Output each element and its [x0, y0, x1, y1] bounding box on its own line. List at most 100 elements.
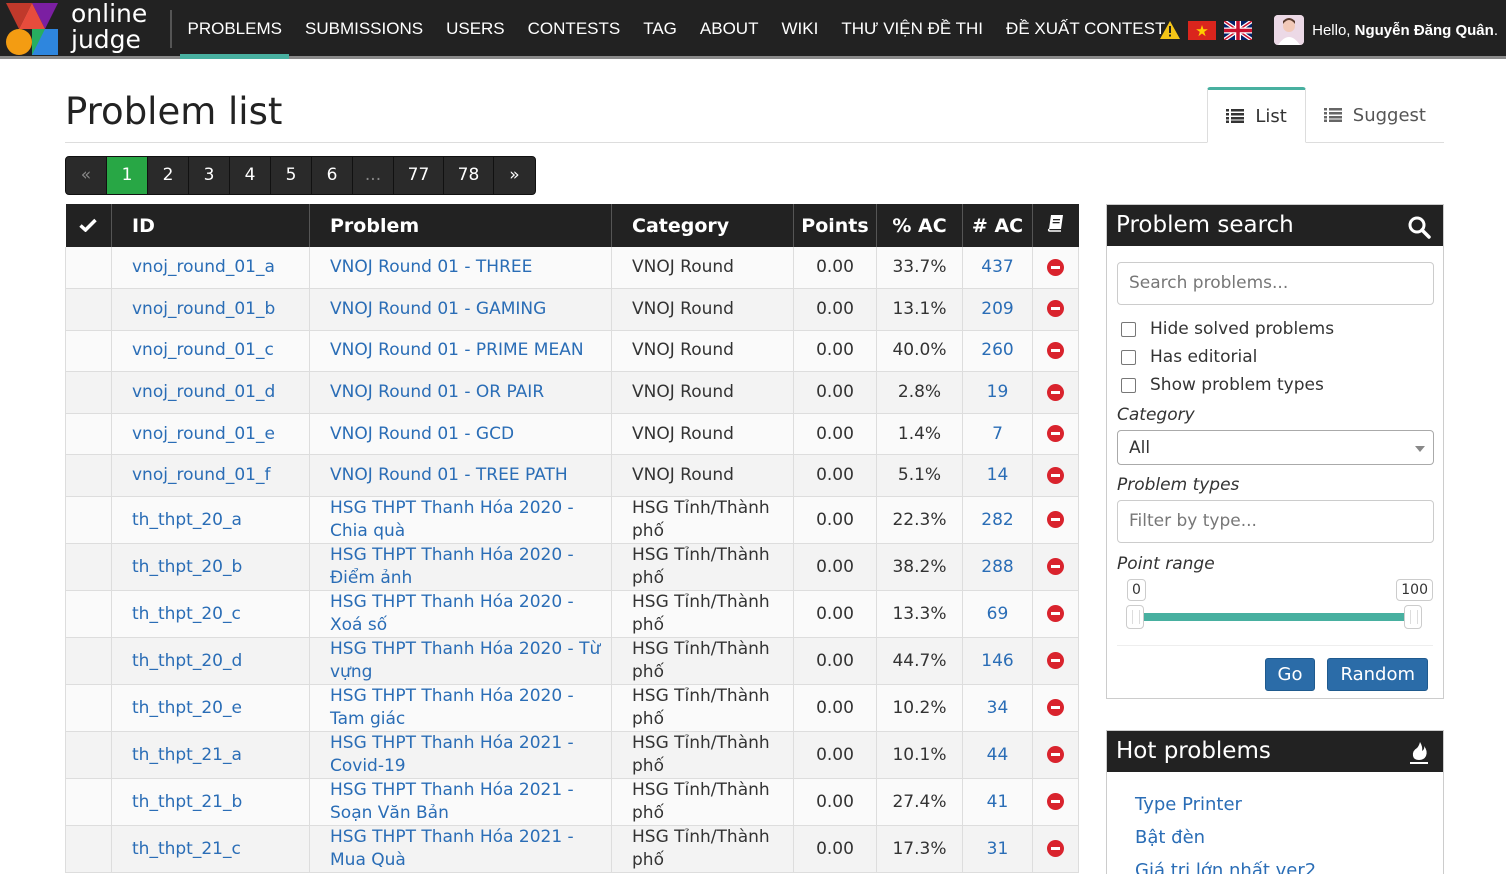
problem-id-link[interactable]: th_thpt_20_a	[111, 496, 310, 544]
page-5[interactable]: 5	[271, 157, 312, 194]
problem-name-link[interactable]: VNOJ Round 01 - TREE PATH	[309, 454, 612, 497]
problem-ac-count-link[interactable]: 34	[962, 684, 1033, 732]
editorial-cell	[1032, 543, 1079, 591]
checkbox-box[interactable]	[1121, 321, 1136, 337]
editorial-column-header[interactable]	[1033, 204, 1079, 247]
problem-id-link[interactable]: th_thpt_21_c	[111, 825, 310, 873]
ac-count-column-header[interactable]: # AC	[962, 204, 1033, 247]
problem-category: VNOJ Round	[611, 288, 794, 331]
problem-ac-count-link[interactable]: 146	[962, 637, 1033, 685]
nav-item-exam-library[interactable]: THƯ VIỆN ĐỀ THI	[830, 0, 995, 58]
problem-name-link[interactable]: HSG THPT Thanh Hóa 2021 - Covid-19	[309, 731, 612, 779]
problem-name-link[interactable]: HSG THPT Thanh Hóa 2021 - Soạn Văn Bản	[309, 778, 612, 826]
vietnam-flag-icon[interactable]	[1188, 20, 1217, 40]
tab-suggest[interactable]: Suggest	[1306, 87, 1444, 143]
go-button[interactable]: Go	[1264, 658, 1316, 691]
problem-ac-count-link[interactable]: 288	[962, 543, 1033, 591]
range-min-handle[interactable]	[1126, 605, 1144, 629]
problem-id-link[interactable]: vnoj_round_01_c	[111, 330, 310, 372]
problem-id-link[interactable]: th_thpt_20_b	[111, 543, 310, 591]
nav-item-tag[interactable]: TAG	[632, 0, 689, 58]
problem-ac-count-link[interactable]: 69	[962, 590, 1033, 638]
page-3[interactable]: 3	[189, 157, 230, 194]
problem-name-link[interactable]: VNOJ Round 01 - PRIME MEAN	[309, 330, 612, 372]
random-button[interactable]: Random	[1327, 658, 1428, 691]
page-2[interactable]: 2	[148, 157, 189, 194]
show-types-checkbox[interactable]: Show problem types	[1117, 371, 1433, 399]
page-prev[interactable]: «	[66, 157, 107, 194]
problem-name-link[interactable]: HSG THPT Thanh Hóa 2020 - Chia quà	[309, 496, 612, 544]
nav-item-submissions[interactable]: SUBMISSIONS	[293, 0, 434, 58]
problem-ac-count-link[interactable]: 14	[962, 454, 1033, 497]
solved-column-header[interactable]	[65, 204, 112, 247]
problem-id-link[interactable]: th_thpt_21_a	[111, 731, 310, 779]
problem-name-link[interactable]: VNOJ Round 01 - THREE	[309, 247, 612, 289]
table-row: th_thpt_20_a HSG THPT Thanh Hóa 2020 - Ch…	[65, 496, 1079, 544]
problem-ac-count-link[interactable]: 44	[962, 731, 1033, 779]
problem-ac-count-link[interactable]: 19	[962, 371, 1033, 414]
page-1[interactable]: 1	[107, 157, 148, 194]
problem-ac-count-link[interactable]: 31	[962, 825, 1033, 873]
page-6[interactable]: 6	[312, 157, 353, 194]
problem-id-link[interactable]: vnoj_round_01_b	[111, 288, 310, 331]
page-77[interactable]: 77	[394, 157, 444, 194]
page-78[interactable]: 78	[444, 157, 494, 194]
problem-ac-count-link[interactable]: 282	[962, 496, 1033, 544]
points-column-header[interactable]: Points	[793, 204, 877, 247]
problem-name-link[interactable]: VNOJ Round 01 - OR PAIR	[309, 371, 612, 414]
warning-icon[interactable]	[1160, 21, 1181, 39]
problem-id-link[interactable]: vnoj_round_01_d	[111, 371, 310, 414]
problem-column-header[interactable]: Problem	[309, 204, 612, 247]
nav-item-problems[interactable]: PROBLEMS	[176, 0, 293, 59]
problem-id-link[interactable]: th_thpt_20_e	[111, 684, 310, 732]
category-column-header[interactable]: Category	[611, 204, 794, 247]
hide-solved-checkbox[interactable]: Hide solved problems	[1117, 315, 1433, 343]
problem-name-link[interactable]: HSG THPT Thanh Hóa 2020 - Điểm ảnh	[309, 543, 612, 591]
nav-item-propose-contest[interactable]: ĐỀ XUẤT CONTEST	[995, 0, 1177, 58]
problem-name-link[interactable]: VNOJ Round 01 - GCD	[309, 413, 612, 455]
no-editorial-icon	[1047, 258, 1064, 276]
search-input[interactable]: Search problems...	[1117, 262, 1434, 305]
problem-name-link[interactable]: HSG THPT Thanh Hóa 2020 - Xoá số	[309, 590, 612, 638]
problem-ac-count-link[interactable]: 41	[962, 778, 1033, 826]
problem-types-input[interactable]: Filter by type...	[1117, 500, 1434, 543]
tab-list[interactable]: List	[1207, 87, 1306, 143]
problem-ac-count-link[interactable]: 7	[962, 413, 1033, 455]
problem-id-link[interactable]: vnoj_round_01_e	[111, 413, 310, 455]
hot-problem-link[interactable]: Type Printer	[1135, 792, 1443, 825]
nav-item-about[interactable]: ABOUT	[688, 0, 770, 58]
problem-name-link[interactable]: VNOJ Round 01 - GAMING	[309, 288, 612, 331]
hot-problem-link[interactable]: Giá trị lớn nhất ver2	[1135, 858, 1443, 874]
checkbox-box[interactable]	[1121, 349, 1136, 365]
uk-flag-icon[interactable]	[1224, 20, 1253, 40]
point-range-slider[interactable]: 0 100	[1117, 579, 1433, 639]
category-select[interactable]: All	[1117, 430, 1434, 465]
hot-problem-link[interactable]: Bật đèn	[1135, 825, 1443, 858]
range-max-handle[interactable]	[1404, 605, 1422, 629]
site-logo[interactable]	[6, 3, 58, 55]
nav-item-wiki[interactable]: WIKI	[770, 0, 830, 58]
problem-id-link[interactable]: vnoj_round_01_f	[111, 454, 310, 497]
site-logo-text[interactable]: online judge	[71, 1, 147, 53]
ac-rate-column-header[interactable]: % AC	[876, 204, 963, 247]
problem-ac-count-link[interactable]: 209	[962, 288, 1033, 331]
nav-item-users[interactable]: USERS	[435, 0, 517, 58]
page-4[interactable]: 4	[230, 157, 271, 194]
nav-item-contests[interactable]: CONTESTS	[516, 0, 632, 58]
problem-name-link[interactable]: HSG THPT Thanh Hóa 2020 - Tam giác	[309, 684, 612, 732]
id-column-header[interactable]: ID	[111, 204, 310, 247]
has-editorial-checkbox[interactable]: Has editorial	[1117, 343, 1433, 371]
problem-name-link[interactable]: HSG THPT Thanh Hóa 2021 - Mua Quà	[309, 825, 612, 873]
no-editorial-icon	[1047, 840, 1064, 858]
problem-name-link[interactable]: HSG THPT Thanh Hóa 2020 - Từ vựng	[309, 637, 612, 685]
problem-ac-count-link[interactable]: 437	[962, 247, 1033, 289]
page-next[interactable]: »	[494, 157, 535, 194]
user-avatar[interactable]	[1274, 15, 1305, 45]
problem-id-link[interactable]: vnoj_round_01_a	[111, 247, 310, 289]
problem-id-link[interactable]: th_thpt_20_d	[111, 637, 310, 685]
problem-id-link[interactable]: th_thpt_20_c	[111, 590, 310, 638]
checkbox-box[interactable]	[1121, 377, 1136, 393]
problem-ac-count-link[interactable]: 260	[962, 330, 1033, 372]
user-greeting[interactable]: Hello, Nguyễn Đăng Quân.	[1312, 22, 1498, 39]
problem-id-link[interactable]: th_thpt_21_b	[111, 778, 310, 826]
